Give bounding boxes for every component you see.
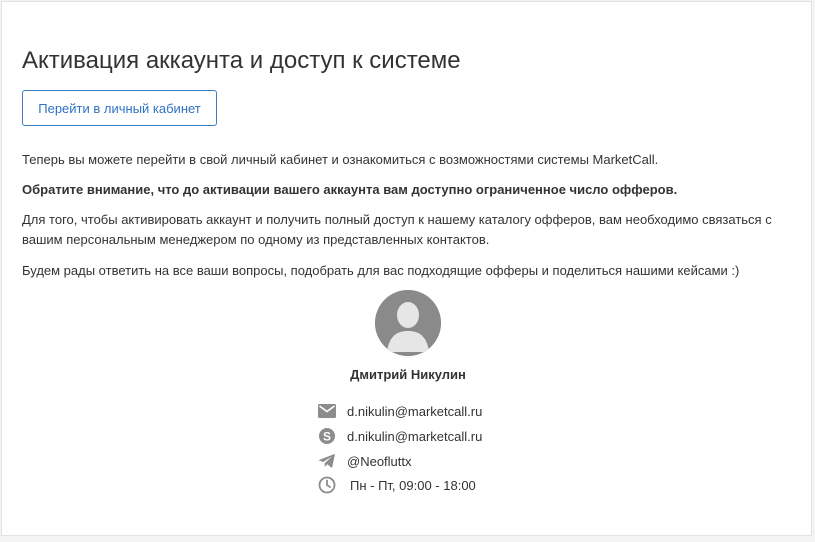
manager-name: Дмитрий Никулин [350,367,466,382]
contact-hours-value: Пн - Пт, 09:00 - 18:00 [350,477,476,493]
contact-skype: S d.nikulin@marketcall.ru [317,426,482,446]
contact-telegram-value[interactable]: @Neofluttx [347,454,412,469]
go-to-cabinet-button[interactable]: Перейти в личный кабинет [22,90,217,126]
clock-icon [317,475,337,495]
skype-icon: S [317,426,337,446]
contact-hours: Пн - Пт, 09:00 - 18:00 [317,475,476,495]
page-title: Активация аккаунта и доступ к системе [22,47,461,74]
manager-avatar [375,290,441,356]
envelope-icon [317,401,337,421]
closing-text: Будем рады ответить на все ваши вопросы,… [22,263,740,278]
activation-card: Активация аккаунта и доступ к системе Пе… [1,1,812,536]
notice-text: Обратите внимание, что до активации ваше… [22,182,678,197]
contact-telegram: @Neofluttx [317,451,412,471]
instructions-text: Для того, чтобы активировать аккаунт и п… [22,212,772,247]
svg-text:S: S [323,430,331,444]
contact-skype-value[interactable]: d.nikulin@marketcall.ru [347,429,482,444]
contact-email-value[interactable]: d.nikulin@marketcall.ru [347,404,482,419]
telegram-icon [317,451,337,471]
contact-email: d.nikulin@marketcall.ru [317,401,482,421]
intro-text: Теперь вы можете перейти в свой личный к… [22,152,659,167]
user-silhouette-icon [375,290,441,356]
